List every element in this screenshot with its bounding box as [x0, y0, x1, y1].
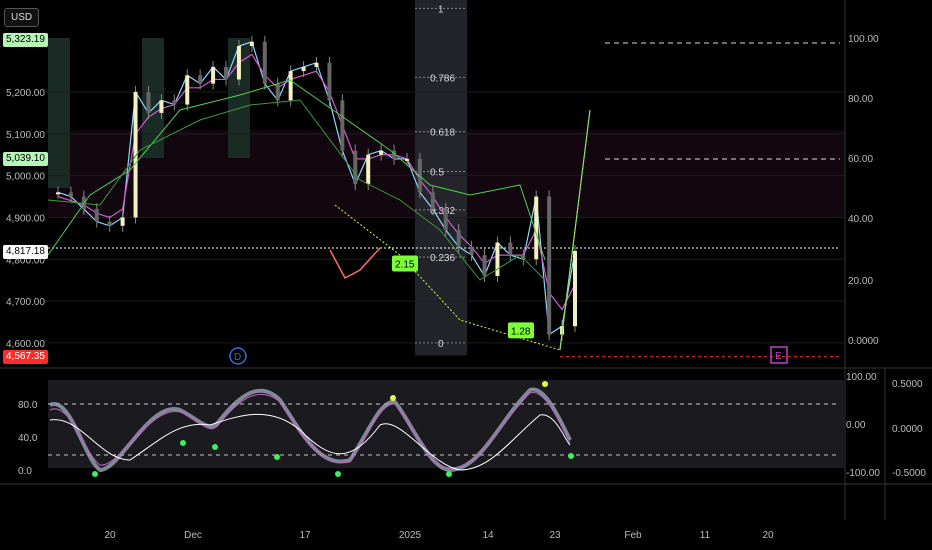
sub-mid-label: 100.00 — [846, 372, 877, 383]
y-tick-label: 5,000.00 — [6, 172, 45, 183]
x-tick-label: 2025 — [399, 530, 422, 541]
sub-right-label: 0.0000 — [892, 424, 923, 435]
candle-body — [495, 242, 500, 276]
oscillator-dot — [568, 453, 574, 459]
oscillator-dot — [446, 471, 452, 477]
fib-level-label: 0 — [438, 339, 444, 350]
chart-canvas[interactable]: 4,600.004,700.004,800.004,900.005,000.00… — [0, 0, 932, 550]
candle-body — [430, 192, 435, 210]
candle-body — [366, 154, 371, 184]
right-axis-label: 80.00 — [848, 94, 873, 105]
candle-body — [56, 192, 60, 195]
candle-body — [288, 71, 293, 101]
candle-body — [482, 255, 487, 276]
x-tick-label: Feb — [624, 530, 642, 541]
candle-body — [314, 62, 319, 67]
fib-level-label: 0.786 — [430, 73, 455, 84]
right-axis-label: 100.00 — [848, 34, 879, 45]
candle-body — [262, 41, 267, 84]
candle-body — [573, 250, 577, 327]
fib-level-label: 0.236 — [430, 253, 455, 264]
candle-body — [547, 196, 552, 335]
sub-left-label: 0.0 — [18, 466, 32, 477]
x-tick-label: 20 — [104, 530, 116, 541]
candle-body — [327, 62, 332, 101]
oscillator-dot — [390, 395, 396, 401]
candle-body — [107, 221, 112, 226]
candle-body — [456, 230, 461, 247]
marker-label: D — [234, 352, 241, 363]
fib-level-label: 1 — [438, 4, 444, 15]
candle-body — [508, 242, 513, 256]
sub-left-label: 80.0 — [18, 400, 38, 411]
pattern-label: 2.15 — [395, 259, 415, 270]
x-tick-label: 20 — [762, 530, 774, 541]
candle-body — [224, 66, 229, 80]
fib-level-label: 0.5 — [430, 167, 444, 178]
y-tick-label: 5,100.00 — [6, 130, 45, 141]
sub-left-label: 40.0 — [18, 433, 38, 444]
x-tick-label: 14 — [482, 530, 494, 541]
candle-body — [198, 75, 203, 84]
candle-body — [469, 246, 474, 256]
oscillator-dot — [274, 454, 280, 460]
oscillator-dot — [335, 471, 341, 477]
oscillator-dot — [180, 440, 186, 446]
candle-body — [443, 209, 448, 230]
x-tick-label: 17 — [299, 530, 311, 541]
candle-body — [379, 150, 384, 155]
signal-curve — [329, 247, 381, 280]
sub-mid-label: 0.00 — [846, 420, 866, 431]
right-axis-label: 0.0000 — [848, 336, 879, 347]
candle-body — [172, 100, 177, 105]
oscillator-dot — [212, 444, 218, 450]
x-tick-label: 11 — [700, 530, 711, 541]
y-tick-label: 4,900.00 — [6, 213, 45, 224]
price-badge: 4,817.18 — [3, 245, 48, 260]
price-badge: 5,039.10 — [3, 152, 48, 167]
fib-level-label: 0.618 — [430, 128, 455, 139]
candle-body — [275, 83, 280, 101]
price-badge: 5,323.19 — [3, 33, 48, 48]
right-axis-label: 20.00 — [848, 276, 873, 287]
oscillator-band — [48, 380, 845, 468]
candle-body — [404, 158, 409, 161]
candle-body — [249, 41, 254, 46]
highlight-zone — [48, 38, 70, 188]
candle-body — [211, 66, 216, 84]
marker-label: E — [775, 351, 782, 362]
candle-body — [68, 192, 73, 197]
x-tick-label: 23 — [549, 530, 561, 541]
y-tick-label: 4,700.00 — [6, 297, 45, 308]
sub-right-label: 0.5000 — [892, 379, 923, 390]
y-tick-label: 4,600.00 — [6, 339, 45, 350]
right-axis-label: 60.00 — [848, 154, 873, 165]
x-tick-label: Dec — [184, 530, 202, 541]
sub-right-label: -0.5000 — [892, 468, 926, 479]
candle-body — [340, 100, 345, 151]
candle-body — [185, 75, 190, 105]
oscillator-dot — [542, 381, 548, 387]
candle-body — [301, 66, 306, 72]
oscillator-dot — [92, 471, 98, 477]
y-tick-label: 5,200.00 — [6, 88, 45, 99]
candle-body — [120, 217, 125, 226]
candle-body — [236, 46, 241, 80]
price-badge: 4,567.35 — [3, 349, 48, 364]
right-axis-label: 40.00 — [848, 214, 873, 225]
pattern-label: 1.28 — [511, 326, 531, 337]
candle-body — [353, 150, 358, 184]
candle-body — [146, 92, 151, 113]
sub-mid-label: -100.00 — [846, 468, 880, 479]
candle-body — [94, 209, 99, 222]
candle-body — [159, 100, 164, 113]
